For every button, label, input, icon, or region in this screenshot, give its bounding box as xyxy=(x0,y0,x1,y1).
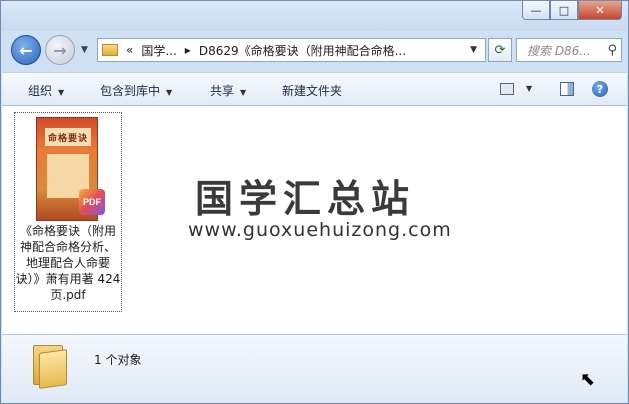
share-label: 共享 xyxy=(210,84,235,98)
share-button[interactable]: 共享 ▼ xyxy=(210,82,246,99)
chevron-down-icon: ▼ xyxy=(240,88,247,97)
cursor-icon: ⬉ xyxy=(580,369,596,390)
breadcrumb-item[interactable]: D8629《命格要诀（附用神配合命格... xyxy=(195,42,410,59)
new-folder-button[interactable]: 新建文件夹 xyxy=(282,82,342,99)
search-input[interactable]: 搜索 D86... ⚲ xyxy=(516,38,622,62)
command-bar: 组织 ▼ 包含到库中 ▼ 共享 ▼ 新建文件夹 ▼ ? xyxy=(2,72,627,106)
explorer-window: — □ ✕ ← → ▼ « 国学... ▸ D8629《命格要诀（附用神配合命格… xyxy=(0,0,629,404)
include-in-library-label: 包含到库中 xyxy=(100,84,161,98)
folder-icon xyxy=(102,44,118,56)
search-placeholder: 搜索 D86... xyxy=(527,43,591,58)
back-arrow-icon[interactable]: ← xyxy=(11,35,41,65)
pdf-icon: PDF xyxy=(79,189,105,215)
folder-front xyxy=(39,349,67,389)
title-bar: — □ ✕ xyxy=(1,1,628,31)
breadcrumb-item[interactable]: 国学... xyxy=(137,42,180,59)
forward-arrow-icon[interactable]: → xyxy=(45,35,75,65)
preview-pane-icon[interactable] xyxy=(560,82,574,96)
cover-title: 命格要诀 xyxy=(45,128,91,146)
address-bar[interactable]: « 国学... ▸ D8629《命格要诀（附用神配合命格... ▼ xyxy=(97,38,486,62)
organize-button[interactable]: 组织 ▼ xyxy=(28,82,64,99)
caption-buttons: — □ ✕ xyxy=(522,1,622,20)
file-name[interactable]: 《命格要诀（附用神配合命格分析、地理配合人命要诀）》萧有用著 424页.pdf xyxy=(15,223,121,303)
minimize-button[interactable]: — xyxy=(522,1,550,20)
help-icon[interactable]: ? xyxy=(592,81,608,97)
organize-label: 组织 xyxy=(28,84,53,98)
chevron-down-icon: ▼ xyxy=(58,88,65,97)
maximize-button[interactable]: □ xyxy=(550,1,578,20)
breadcrumb-separator[interactable]: ▸ xyxy=(181,43,195,57)
new-folder-label: 新建文件夹 xyxy=(282,84,343,98)
recent-pages-dropdown[interactable]: ▼ xyxy=(81,45,88,55)
item-count: 1 个对象 xyxy=(94,353,142,367)
file-item[interactable]: 命格要诀 PDF 《命格要诀（附用神配合命格分析、地理配合人命要诀）》萧有用著 … xyxy=(14,112,122,312)
big-folder-icon xyxy=(33,345,67,389)
breadcrumb-overflow[interactable]: « xyxy=(122,43,137,57)
include-in-library-button[interactable]: 包含到库中 ▼ xyxy=(100,82,172,99)
navigation-bar: ← → ▼ « 国学... ▸ D8629《命格要诀（附用神配合命格... ▼ … xyxy=(1,31,628,69)
watermark-title: 国学汇总站 xyxy=(195,177,416,221)
view-icon[interactable] xyxy=(500,83,514,95)
close-button[interactable]: ✕ xyxy=(578,1,622,20)
details-pane: 1 个对象 ⬉ xyxy=(2,334,627,403)
address-dropdown-icon[interactable]: ▼ xyxy=(466,45,481,55)
watermark-url: www.guoxuehuizong.com xyxy=(188,219,452,241)
search-icon[interactable]: ⚲ xyxy=(607,43,617,58)
chevron-down-icon: ▼ xyxy=(166,88,173,97)
file-list-area[interactable]: 命格要诀 PDF 《命格要诀（附用神配合命格分析、地理配合人命要诀）》萧有用著 … xyxy=(2,106,627,334)
refresh-icon[interactable]: ⟳ xyxy=(488,38,512,62)
view-dropdown-icon[interactable]: ▼ xyxy=(526,84,532,93)
